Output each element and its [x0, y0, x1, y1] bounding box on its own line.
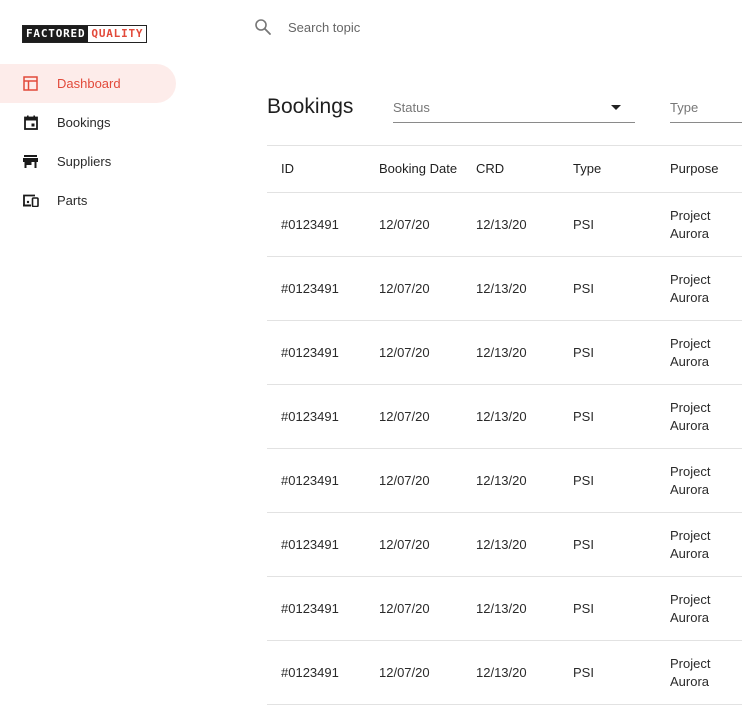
column-header-booking-date[interactable]: Booking Date	[379, 146, 459, 192]
cell-crd: 12/13/20	[476, 664, 527, 680]
cell-purpose: Project Aurora	[670, 591, 711, 625]
sidebar-item-label: Bookings	[57, 115, 111, 130]
cell-purpose: Project Aurora	[670, 335, 711, 369]
cell-crd: 12/13/20	[476, 216, 527, 232]
cell-crd: 12/13/20	[476, 344, 527, 360]
cell-booking-date: 12/07/20	[379, 344, 430, 360]
column-header-type[interactable]: Type	[573, 146, 601, 192]
table-row[interactable]: #0123491 12/07/20 12/13/20 PSI Project Auror…	[267, 449, 742, 513]
cell-crd: 12/13/20	[476, 536, 527, 552]
status-filter-select[interactable]: Status	[393, 97, 635, 123]
table-row[interactable]: #0123491 12/07/20 12/13/20 PSI Project Auror…	[267, 577, 742, 641]
table-row[interactable]: #0123491 12/07/20 12/13/20 PSI Project Auror…	[267, 641, 742, 705]
column-header-purpose[interactable]: Purpose	[670, 146, 740, 192]
table-row[interactable]: #0123491 12/07/20 12/13/20 PSI Project Auror…	[267, 513, 742, 577]
sidebar-item-bookings[interactable]: Bookings	[0, 103, 176, 142]
cell-purpose: Project Aurora	[670, 463, 711, 497]
cell-id: #0123491	[281, 344, 339, 360]
cell-booking-date: 12/07/20	[379, 600, 430, 616]
cell-crd: 12/13/20	[476, 408, 527, 424]
cell-booking-date: 12/07/20	[379, 280, 430, 296]
table-row[interactable]: #0123491 12/07/20 12/13/20 PSI Project Auror…	[267, 193, 742, 257]
cell-crd: 12/13/20	[476, 280, 527, 296]
caret-down-icon	[611, 105, 621, 110]
status-filter-label: Status	[393, 100, 430, 115]
cell-booking-date: 12/07/20	[379, 536, 430, 552]
cell-crd: 12/13/20	[476, 600, 527, 616]
cell-type: PSI	[573, 344, 594, 360]
cell-id: #0123491	[281, 536, 339, 552]
dashboard-icon	[22, 75, 39, 92]
cell-purpose: Project Aurora	[670, 207, 711, 241]
cell-type: PSI	[573, 216, 594, 232]
cell-booking-date: 12/07/20	[379, 472, 430, 488]
sidebar-item-label: Parts	[57, 193, 88, 208]
cell-id: #0123491	[281, 472, 339, 488]
sidebar-item-dashboard[interactable]: Dashboard	[0, 64, 176, 103]
table-row[interactable]: #0123491 12/07/20 12/13/20 PSI Project Auror…	[267, 321, 742, 385]
cell-id: #0123491	[281, 664, 339, 680]
cell-booking-date: 12/07/20	[379, 216, 430, 232]
calendar-icon	[22, 114, 39, 131]
type-filter-label: Type	[670, 100, 699, 115]
cell-type: PSI	[573, 600, 594, 616]
logo-part-1: FACTORED	[23, 26, 89, 42]
cell-type: PSI	[573, 536, 594, 552]
cell-purpose: Project Aurora	[670, 655, 711, 689]
cell-booking-date: 12/07/20	[379, 664, 430, 680]
logo-part-2: QUALITY	[88, 26, 147, 42]
cell-id: #0123491	[281, 280, 339, 296]
store-icon	[22, 153, 39, 170]
cell-type: PSI	[573, 664, 594, 680]
cell-id: #0123491	[281, 600, 339, 616]
cell-type: PSI	[573, 472, 594, 488]
column-header-id[interactable]: ID	[281, 146, 294, 192]
table-row[interactable]: #0123491 12/07/20 12/13/20 PSI Project Auror…	[267, 257, 742, 321]
devices-icon	[22, 192, 39, 209]
sidebar-item-label: Dashboard	[57, 76, 121, 91]
bookings-table: ID Booking Date CRD Type Purpose #012349…	[267, 145, 742, 705]
cell-id: #0123491	[281, 216, 339, 232]
search-input[interactable]	[286, 18, 490, 36]
cell-type: PSI	[573, 408, 594, 424]
cell-type: PSI	[573, 280, 594, 296]
cell-id: #0123491	[281, 408, 339, 424]
search-icon[interactable]	[254, 18, 272, 36]
column-header-crd[interactable]: CRD	[476, 146, 504, 192]
sidebar-item-parts[interactable]: Parts	[0, 181, 176, 220]
sidebar-nav: Dashboard Bookings Suppliers Parts	[0, 64, 176, 220]
cell-purpose: Project Aurora	[670, 271, 711, 305]
table-header-row: ID Booking Date CRD Type Purpose	[267, 145, 742, 193]
cell-purpose: Project Aurora	[670, 527, 711, 561]
page-title: Bookings	[267, 95, 354, 118]
sidebar-item-suppliers[interactable]: Suppliers	[0, 142, 176, 181]
table-row[interactable]: #0123491 12/07/20 12/13/20 PSI Project Auror…	[267, 385, 742, 449]
search-bar	[254, 18, 490, 36]
sidebar-item-label: Suppliers	[57, 154, 112, 169]
cell-booking-date: 12/07/20	[379, 408, 430, 424]
type-filter-select[interactable]: Type	[670, 97, 742, 123]
cell-purpose: Project Aurora	[670, 399, 711, 433]
app-logo[interactable]: FACTORED QUALITY	[22, 25, 148, 43]
cell-crd: 12/13/20	[476, 472, 527, 488]
